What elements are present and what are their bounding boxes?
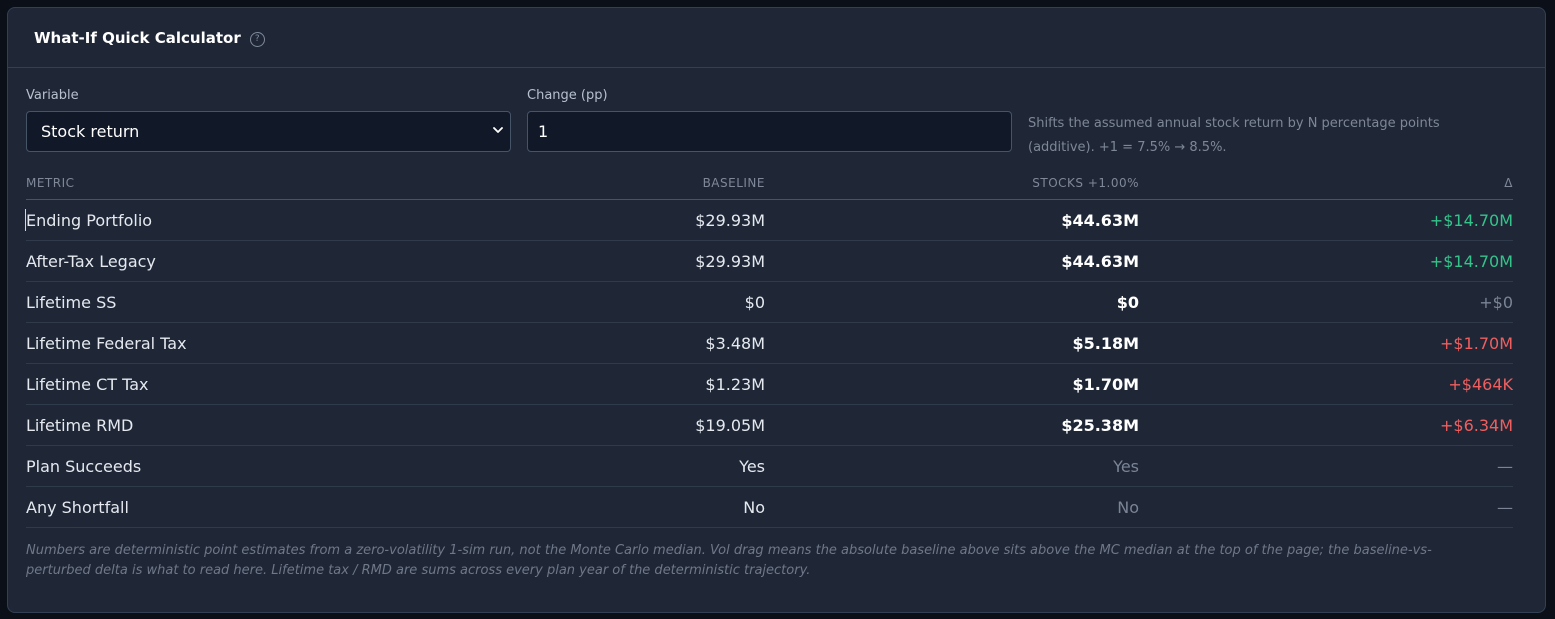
perturbed-cell: $0 (1116, 293, 1139, 312)
variable-label: Variable (26, 88, 79, 103)
metric-cell: Lifetime SS (26, 293, 117, 312)
metric-cell: Lifetime Federal Tax (26, 334, 187, 353)
card-header: What-If Quick Calculator ? (8, 8, 1545, 68)
baseline-cell: $1.23M (705, 375, 765, 394)
header-metric: METRIC (26, 176, 75, 190)
variable-select[interactable]: Stock return (26, 111, 511, 152)
perturbed-cell: No (1117, 498, 1139, 517)
table-row: Lifetime RMD $19.05M $25.38M +$6.34M (26, 405, 1513, 446)
table-row: Lifetime SS $0 $0 +$0 (26, 282, 1513, 323)
metric-cell: Lifetime RMD (26, 416, 134, 435)
card-title: What-If Quick Calculator (34, 28, 241, 47)
table-row: Lifetime Federal Tax $3.48M $5.18M +$1.7… (26, 323, 1513, 364)
table-row: Plan Succeeds Yes Yes — (26, 446, 1513, 487)
variable-hint: Shifts the assumed annual stock return b… (1028, 116, 1440, 155)
perturbed-cell: $5.18M (1072, 334, 1139, 353)
footnote: Numbers are deterministic point estimate… (26, 543, 1432, 578)
calculator-controls: Variable Stock return Change (pp) 1 Shif… (26, 88, 1513, 168)
perturbed-cell: $44.63M (1061, 252, 1139, 271)
metric-cell: Lifetime CT Tax (26, 375, 149, 394)
header-baseline: BASELINE (702, 176, 765, 190)
chevron-down-icon (493, 127, 503, 133)
perturbed-cell: Yes (1113, 457, 1139, 476)
change-input-value: 1 (538, 122, 549, 141)
results-table: METRIC BASELINE STOCKS +1.00% Δ Ending P… (25, 172, 1513, 528)
delta-cell: +$1.70M (1439, 334, 1513, 353)
table-row: Ending Portfolio $29.93M $44.63M +$14.70… (25, 200, 1513, 241)
baseline-cell: $0 (744, 293, 765, 312)
change-label: Change (pp) (527, 88, 608, 103)
baseline-cell: $29.93M (695, 252, 765, 271)
delta-cell: +$0 (1479, 293, 1513, 312)
delta-cell: +$14.70M (1429, 252, 1513, 271)
perturbed-cell: $1.70M (1072, 375, 1139, 394)
table-row: Any Shortfall No No — (26, 487, 1513, 528)
baseline-cell: $3.48M (705, 334, 765, 353)
perturbed-cell: $44.63M (1061, 211, 1139, 230)
delta-cell: — (1497, 457, 1513, 476)
question-circle-icon[interactable]: ? (249, 31, 265, 47)
delta-cell: — (1497, 498, 1513, 517)
change-input[interactable]: 1 (527, 111, 1012, 152)
variable-select-value: Stock return (41, 122, 140, 141)
table-header: METRIC BASELINE STOCKS +1.00% Δ (26, 172, 1513, 200)
delta-cell: +$464K (1448, 375, 1513, 394)
metric-cell: Any Shortfall (26, 498, 129, 517)
metric-cell: After-Tax Legacy (26, 252, 156, 271)
metric-cell: Ending Portfolio (26, 211, 153, 230)
baseline-cell: $19.05M (695, 416, 765, 435)
delta-cell: +$6.34M (1439, 416, 1513, 435)
baseline-cell: $29.93M (695, 211, 765, 230)
metric-cell: Plan Succeeds (26, 457, 142, 476)
table-row: Lifetime CT Tax $1.23M $1.70M +$464K (26, 364, 1513, 405)
header-delta: Δ (1504, 176, 1513, 190)
delta-cell: +$14.70M (1429, 211, 1513, 230)
table-row: After-Tax Legacy $29.93M $44.63M +$14.70… (26, 241, 1513, 282)
perturbed-cell: $25.38M (1061, 416, 1139, 435)
baseline-cell: No (743, 498, 765, 517)
baseline-cell: Yes (739, 457, 765, 476)
header-perturbed: STOCKS +1.00% (1032, 176, 1139, 190)
